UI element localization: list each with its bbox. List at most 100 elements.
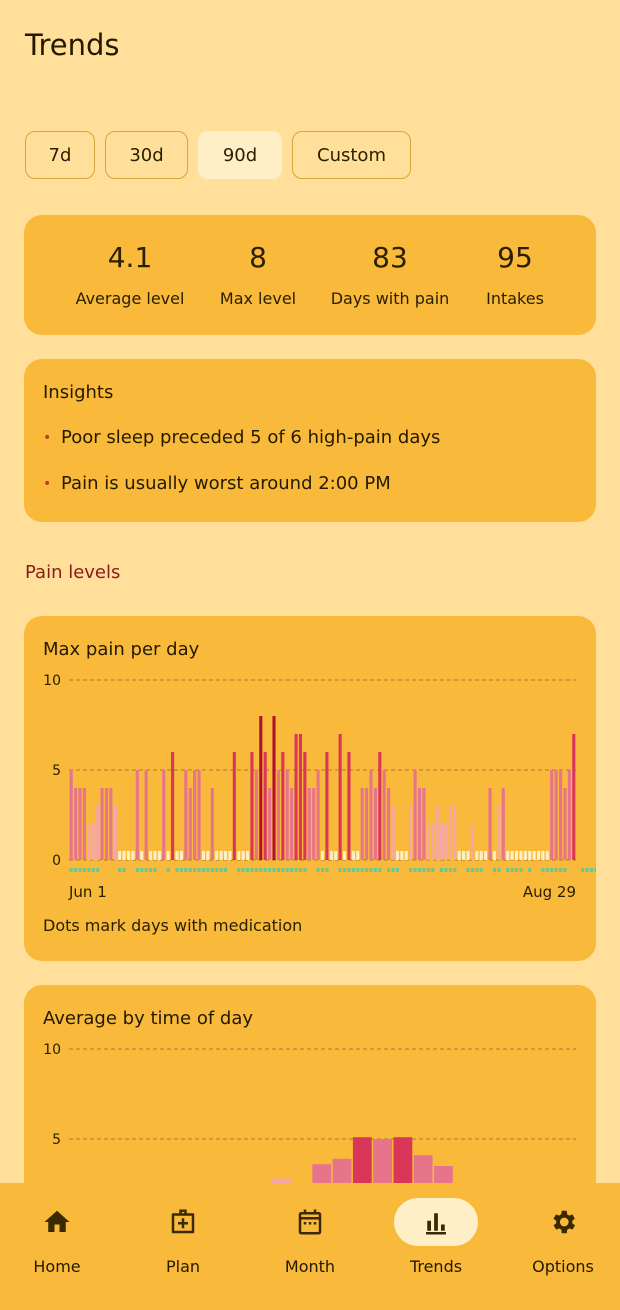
- medication-dot: [281, 868, 285, 872]
- pain-bar: [351, 851, 355, 860]
- pain-bar: [567, 770, 571, 860]
- pain-bar: [409, 806, 413, 860]
- pain-bar: [484, 851, 488, 860]
- insight-text: Poor sleep preceded 5 of 6 high-pain day…: [61, 427, 441, 448]
- medication-dot: [395, 868, 399, 872]
- pain-bar: [241, 851, 245, 860]
- insights-title: Insights: [43, 382, 114, 403]
- range-30d-button[interactable]: 30d: [105, 131, 188, 179]
- pain-bar: [82, 788, 86, 860]
- medication-dot: [215, 868, 219, 872]
- pain-bar: [104, 788, 109, 860]
- pain-bar: [373, 788, 377, 860]
- medication-dot: [581, 868, 585, 872]
- y-tick-label: 10: [43, 673, 61, 689]
- page-title: Trends: [25, 28, 120, 62]
- pain-bar: [140, 851, 144, 860]
- range-custom-button[interactable]: Custom: [292, 131, 411, 179]
- stat-label: Intakes: [486, 289, 544, 308]
- bar-chart-icon: [426, 1213, 446, 1235]
- pain-bar: [157, 851, 161, 860]
- nav-options[interactable]: Options: [501, 1183, 620, 1310]
- pain-bar: [162, 770, 166, 860]
- pain-bar: [325, 752, 329, 860]
- pain-bar: [201, 851, 206, 860]
- pain-bar: [294, 734, 298, 860]
- pain-bar: [448, 806, 452, 860]
- max-pain-chart: 10 5 0 Jun 1 Aug 29: [43, 673, 596, 901]
- medication-dot: [223, 868, 228, 872]
- nav-plan[interactable]: Plan: [121, 1183, 245, 1310]
- pain-bar: [135, 770, 139, 860]
- medication-dot: [298, 868, 302, 872]
- pain-bar: [153, 851, 157, 860]
- stats-card: 4.1 Average level 8 Max level 83 Days wi…: [24, 215, 596, 335]
- pain-bar: [316, 770, 320, 860]
- pain-bar: [272, 716, 276, 860]
- medication-dot: [96, 868, 100, 872]
- medication-dot: [201, 868, 206, 872]
- pain-bar: [400, 851, 404, 860]
- nav-trends[interactable]: Trends: [374, 1183, 498, 1310]
- pain-bar: [391, 806, 395, 860]
- pain-bar: [510, 851, 514, 860]
- pain-bar: [184, 770, 188, 860]
- medication-dot: [294, 868, 298, 872]
- pain-bar: [559, 770, 563, 860]
- medication-dot: [87, 868, 91, 872]
- medication-dot: [272, 868, 276, 872]
- y-tick-label: 5: [52, 1132, 61, 1148]
- pain-bar: [417, 788, 422, 860]
- medication-dot: [188, 868, 192, 872]
- insights-card: Insights • Poor sleep preceded 5 of 6 hi…: [24, 359, 596, 522]
- medication-dot: [387, 868, 391, 872]
- medication-dot: [356, 868, 360, 872]
- range-90d-button[interactable]: 90d: [198, 131, 282, 179]
- pain-bar: [320, 851, 325, 860]
- medication-dot: [431, 868, 435, 872]
- section-title-pain-levels: Pain levels: [25, 562, 121, 583]
- medication-dot: [285, 868, 289, 872]
- nav-label: Month: [284, 1257, 336, 1276]
- medication-dot: [197, 868, 201, 872]
- pain-bar: [338, 734, 342, 860]
- medication-dot: [166, 868, 170, 872]
- pain-bar: [453, 806, 457, 860]
- medication-dot: [444, 868, 448, 872]
- gear-icon: [553, 1210, 575, 1234]
- medication-dot: [276, 868, 280, 872]
- pain-bar: [492, 851, 496, 860]
- stat-label: Days with pain: [330, 289, 450, 308]
- pain-bar: [175, 851, 179, 860]
- medication-dot: [320, 868, 325, 872]
- nav-label: Trends: [409, 1257, 463, 1276]
- max-pain-chart-card: Max pain per day 10 5 0 Jun 1 Aug 29 Dots ma…: [24, 616, 596, 961]
- pain-bar: [74, 788, 78, 860]
- medication-dot: [475, 868, 479, 872]
- medication-dot: [179, 868, 183, 872]
- medication-dot: [206, 868, 210, 872]
- pain-bar: [206, 851, 210, 860]
- range-7d-button[interactable]: 7d: [25, 131, 95, 179]
- medication-dot: [391, 868, 395, 872]
- pain-bar: [312, 788, 316, 860]
- pain-bar: [87, 824, 91, 860]
- nav-label: Home: [33, 1257, 81, 1276]
- medication-dot: [263, 868, 267, 872]
- bullet-icon: •: [43, 475, 52, 492]
- medication-dot: [360, 868, 364, 872]
- pain-bar: [382, 770, 386, 860]
- pain-bar: [462, 851, 466, 860]
- nav-home[interactable]: Home: [0, 1183, 119, 1310]
- pain-bar: [541, 851, 545, 860]
- medication-dot: [237, 868, 241, 872]
- medical-bag-icon: [171, 1209, 195, 1234]
- medication-dot: [347, 868, 351, 872]
- range-selector: 7d 30d 90d Custom: [25, 131, 411, 179]
- medication-dot: [259, 868, 263, 872]
- pain-bar: [422, 788, 426, 860]
- pain-bar: [276, 770, 280, 860]
- pain-bar: [369, 770, 373, 860]
- nav-month[interactable]: Month: [248, 1183, 372, 1310]
- medication-dot: [541, 868, 545, 872]
